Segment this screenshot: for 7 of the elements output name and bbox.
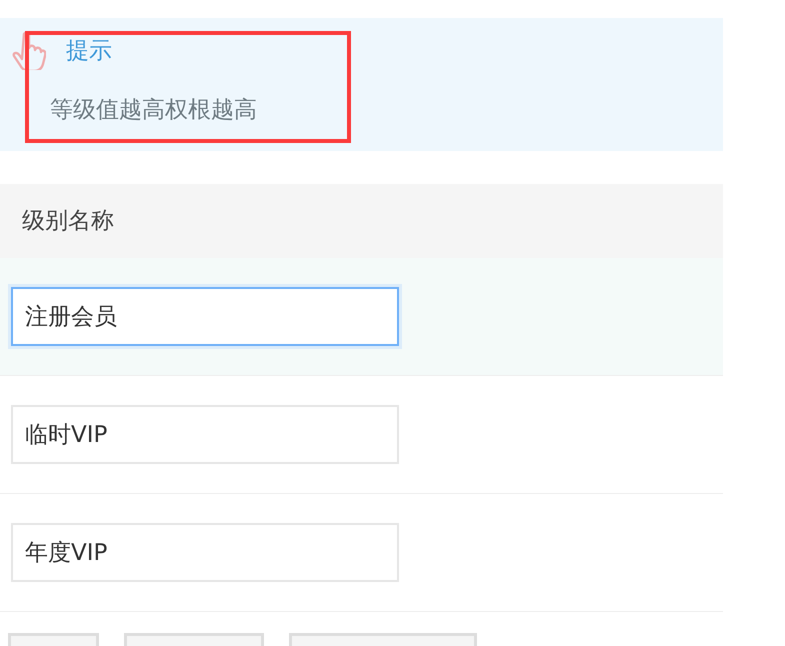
tip-text: 等级值越高权根越高 [50,96,257,125]
input-field[interactable]: 临时VIP [11,405,399,464]
column-header: 级别名称 [0,184,723,258]
input-field[interactable]: 注册会员 [11,287,399,346]
tip-title: 提示 [66,36,112,66]
input-field[interactable]: 年度VIP [11,523,399,582]
pointing-hand-icon [10,30,46,70]
